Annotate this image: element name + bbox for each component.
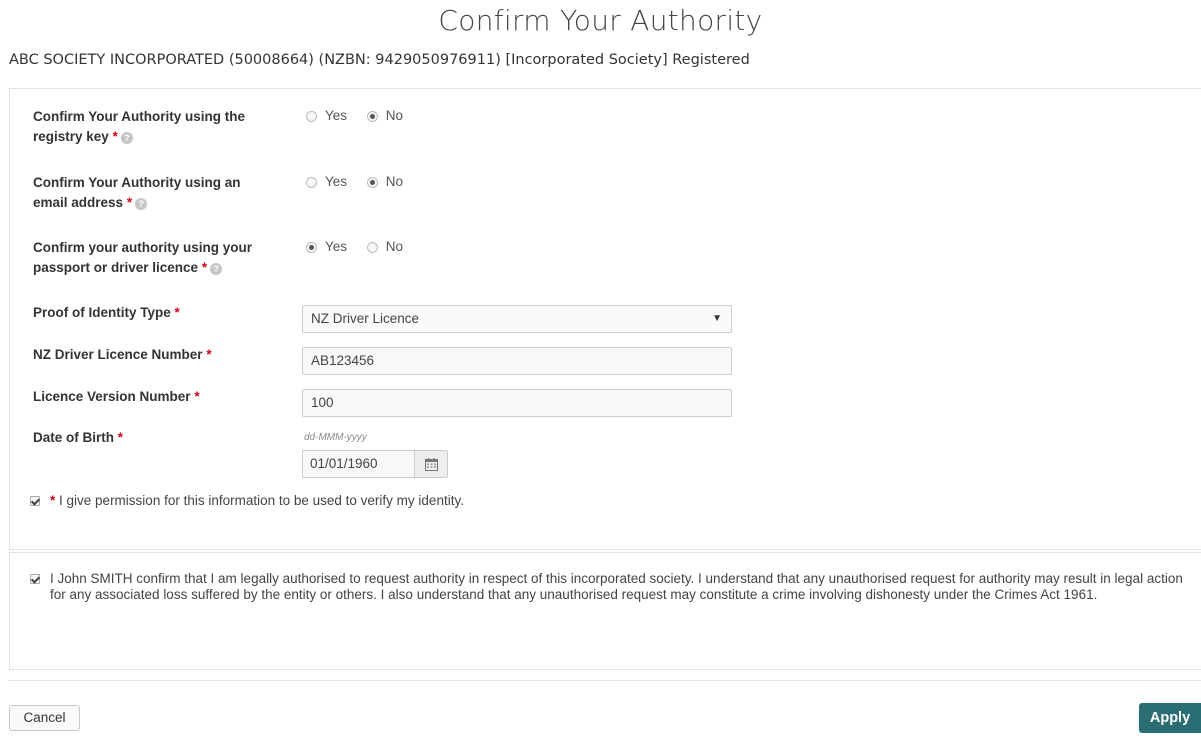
permission-checkbox[interactable]	[30, 496, 40, 506]
declaration-checkbox[interactable]	[30, 574, 40, 584]
declaration-panel	[9, 552, 1201, 670]
required-marker: *	[206, 347, 212, 362]
passport-label: Confirm your authority using your passpo…	[33, 238, 252, 278]
radio-label: No	[385, 108, 404, 123]
required-marker: *	[50, 493, 56, 508]
email-yes-option[interactable]: Yes	[306, 173, 347, 191]
radio-button[interactable]	[306, 241, 317, 253]
radio-label: No	[385, 174, 404, 189]
page-title: Confirm Your Authority	[438, 4, 763, 37]
dob-label: Date of Birth *	[33, 428, 123, 448]
radio-label: Yes	[325, 174, 348, 189]
required-marker: *	[174, 305, 180, 320]
required-marker: *	[117, 430, 124, 445]
registry-key-no-option[interactable]: No	[366, 107, 404, 125]
passport-yes-option[interactable]: Yes	[306, 238, 347, 256]
email-label: Confirm Your Authority using an email ad…	[33, 173, 241, 213]
cancel-button[interactable]: Cancel	[9, 705, 80, 731]
radio-button[interactable]	[366, 176, 378, 188]
radio-label: Yes	[325, 108, 348, 123]
radio-label: Yes	[325, 239, 348, 254]
dob-label-text: Date of Birth	[33, 430, 114, 445]
email-radio-group: Yes No	[306, 173, 419, 193]
radio-button[interactable]	[306, 176, 317, 188]
help-icon[interactable]: ?	[210, 263, 223, 275]
email-label-line1: Confirm Your Authority using an	[33, 175, 241, 190]
proof-type-value: NZ Driver Licence	[311, 311, 420, 326]
registry-key-radio-group: Yes No	[306, 107, 419, 127]
apply-button[interactable]: Apply	[1139, 703, 1201, 733]
email-no-option[interactable]: No	[366, 173, 404, 191]
entity-heading: ABC SOCIETY INCORPORATED (50008664) (NZB…	[9, 52, 750, 68]
required-marker: *	[194, 389, 200, 404]
registry-key-label: Confirm Your Authority using the registr…	[33, 107, 245, 147]
declaration-text: I John SMITH confirm that I am legally a…	[50, 571, 1183, 602]
permission-text: I give permission for this information t…	[59, 493, 464, 508]
licence-version-input[interactable]: 100	[302, 389, 732, 417]
declaration-row: I John SMITH confirm that I am legally a…	[30, 571, 1190, 603]
email-label-line2: email address	[33, 195, 124, 210]
required-marker: *	[112, 129, 118, 144]
registry-key-label-line1: Confirm Your Authority using the	[33, 109, 245, 124]
radio-label: No	[385, 239, 404, 254]
help-icon[interactable]: ?	[135, 198, 148, 210]
radio-button[interactable]	[306, 110, 317, 122]
proof-type-select[interactable]: NZ Driver Licence ▼	[302, 305, 732, 333]
licence-number-input[interactable]: AB123456	[302, 347, 732, 375]
dropdown-arrow-icon[interactable]: ▼	[712, 306, 722, 332]
proof-type-label: Proof of Identity Type *	[33, 303, 180, 323]
calendar-button[interactable]	[414, 450, 448, 478]
help-icon[interactable]: ?	[120, 132, 133, 144]
required-marker: *	[201, 260, 208, 275]
calendar-icon	[424, 457, 438, 471]
passport-no-option[interactable]: No	[366, 238, 404, 256]
registry-key-yes-option[interactable]: Yes	[306, 107, 347, 125]
footer-divider	[9, 680, 1201, 681]
passport-label-line1: Confirm your authority using your	[33, 240, 253, 255]
passport-label-line2: passport or driver licence	[33, 260, 199, 275]
required-marker: *	[126, 195, 133, 210]
registry-key-label-line2: registry key	[33, 129, 109, 144]
licence-number-label-text: NZ Driver Licence Number	[33, 347, 203, 362]
passport-radio-group: Yes No	[306, 238, 419, 258]
proof-type-label-text: Proof of Identity Type	[33, 305, 171, 320]
radio-button[interactable]	[366, 241, 378, 253]
dob-format-hint: dd-MMM-yyyy	[304, 432, 367, 443]
licence-version-label-text: Licence Version Number	[33, 389, 191, 404]
licence-number-label: NZ Driver Licence Number *	[33, 345, 212, 365]
permission-row: * I give permission for this information…	[30, 492, 464, 510]
radio-button[interactable]	[366, 110, 378, 122]
dob-input[interactable]: 01/01/1960	[302, 450, 414, 478]
licence-version-label: Licence Version Number *	[33, 387, 200, 407]
